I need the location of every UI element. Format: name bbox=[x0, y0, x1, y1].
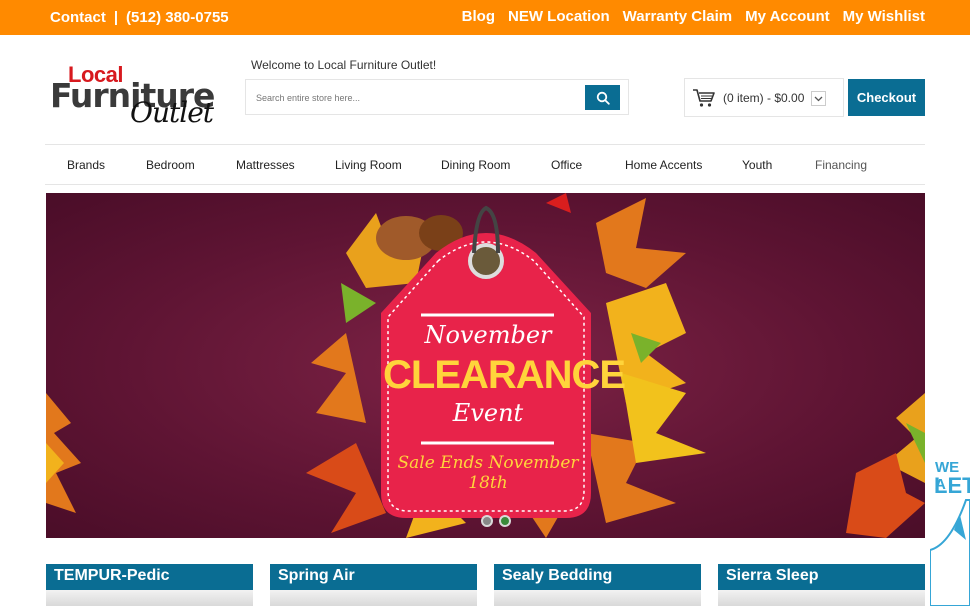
category-tile-spring-air[interactable]: Spring Air bbox=[270, 564, 477, 606]
cart-dropdown-toggle[interactable] bbox=[811, 91, 826, 106]
welcome-message: Welcome to Local Furniture Outlet! bbox=[251, 58, 437, 72]
category-image bbox=[718, 590, 925, 606]
phone-link[interactable]: (512) 380-0755 bbox=[126, 9, 229, 26]
warranty-claim-link[interactable]: Warranty Claim bbox=[623, 8, 732, 25]
category-title: Sierra Sleep bbox=[718, 564, 925, 590]
promo-event: Event bbox=[452, 399, 524, 427]
slider-dot-1[interactable] bbox=[481, 515, 493, 527]
chevron-down-icon bbox=[814, 96, 823, 101]
nav-item-dining-room[interactable]: Dining Room bbox=[441, 158, 510, 172]
top-bar: Contact | (512) 380-0755 Blog NEW Locati… bbox=[0, 0, 970, 35]
category-tile-tempur-pedic[interactable]: TEMPUR-Pedic bbox=[46, 564, 253, 606]
nav-item-home-accents[interactable]: Home Accents bbox=[625, 158, 702, 172]
top-bar-links: Blog NEW Location Warranty Claim My Acco… bbox=[462, 8, 925, 25]
my-account-link[interactable]: My Account bbox=[745, 8, 829, 25]
search-box bbox=[245, 79, 629, 115]
arrow-graphic-icon bbox=[930, 499, 970, 606]
nav-item-mattresses[interactable]: Mattresses bbox=[236, 158, 295, 172]
side-widget[interactable]: WE A LET bbox=[930, 455, 970, 606]
checkout-button[interactable]: Checkout bbox=[848, 79, 925, 116]
search-icon bbox=[596, 91, 610, 105]
slider-dots bbox=[481, 515, 511, 527]
nav-item-bedroom[interactable]: Bedroom bbox=[146, 158, 195, 172]
category-title: Sealy Bedding bbox=[494, 564, 701, 590]
mini-cart[interactable]: (0 item) - $0.00 bbox=[684, 78, 844, 117]
promo-end-date: Sale Ends November 18th bbox=[397, 453, 579, 493]
nav-item-financing[interactable]: Financing bbox=[815, 158, 867, 172]
new-location-link[interactable]: NEW Location bbox=[508, 8, 610, 25]
search-input[interactable] bbox=[256, 89, 576, 107]
cart-summary: (0 item) - $0.00 bbox=[723, 91, 805, 105]
site-logo[interactable]: Local Furniture Outlet bbox=[48, 62, 223, 130]
my-wishlist-link[interactable]: My Wishlist bbox=[843, 8, 925, 25]
category-tile-sealy-bedding[interactable]: Sealy Bedding bbox=[494, 564, 701, 606]
hero-banner[interactable]: November CLEARANCE Event Sale Ends Novem… bbox=[46, 193, 925, 538]
promo-headline: CLEARANCE bbox=[383, 353, 626, 397]
logo-line-outlet: Outlet bbox=[130, 96, 214, 129]
slider-dot-2[interactable] bbox=[499, 515, 511, 527]
shopping-cart-icon bbox=[693, 89, 715, 107]
category-tile-sierra-sleep[interactable]: Sierra Sleep bbox=[718, 564, 925, 606]
blog-link[interactable]: Blog bbox=[462, 8, 495, 25]
promo-month: November bbox=[424, 321, 552, 349]
category-title: TEMPUR-Pedic bbox=[46, 564, 253, 590]
main-nav: Brands Bedroom Mattresses Living Room Di… bbox=[45, 144, 925, 185]
contact-separator: | bbox=[113, 9, 119, 26]
contact-link[interactable]: Contact bbox=[50, 9, 106, 26]
category-title: Spring Air bbox=[270, 564, 477, 590]
search-button[interactable] bbox=[585, 85, 620, 110]
category-image bbox=[494, 590, 701, 606]
nav-item-living-room[interactable]: Living Room bbox=[335, 158, 402, 172]
category-image bbox=[270, 590, 477, 606]
nav-item-brands[interactable]: Brands bbox=[67, 158, 105, 172]
nav-item-youth[interactable]: Youth bbox=[742, 158, 772, 172]
promo-tag: November CLEARANCE Event Sale Ends Novem… bbox=[383, 233, 626, 518]
nav-item-office[interactable]: Office bbox=[551, 158, 582, 172]
category-image bbox=[46, 590, 253, 606]
top-bar-contact: Contact | (512) 380-0755 bbox=[50, 9, 229, 26]
